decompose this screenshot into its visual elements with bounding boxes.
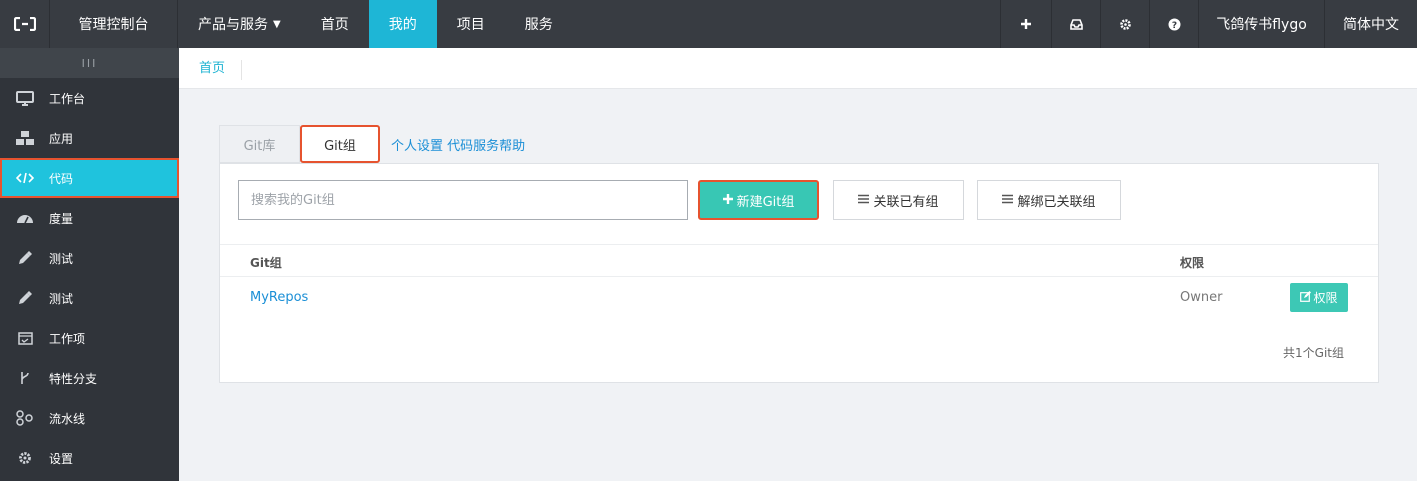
personal-settings-link[interactable]: 个人设置 xyxy=(391,139,443,154)
button-label: 解绑已关联组 xyxy=(1017,194,1096,210)
language-switch[interactable]: 简体中文 xyxy=(1324,0,1417,48)
gear-icon xyxy=(15,451,35,465)
eyedropper-icon xyxy=(15,250,35,266)
link-existing-group-button[interactable]: 关联已有组 xyxy=(833,180,964,220)
branch-icon xyxy=(15,370,35,386)
aliyun-logo-icon[interactable] xyxy=(0,0,50,48)
gear-icon[interactable] xyxy=(1100,0,1149,48)
git-group-name-link[interactable]: MyRepos xyxy=(250,290,308,305)
question-icon[interactable]: ? xyxy=(1149,0,1198,48)
tab-links: 个人设置 代码服务帮助 xyxy=(391,135,525,154)
sidebar-item-label: 流水线 xyxy=(49,411,86,426)
nav-products-services[interactable]: 产品与服务 ▼ xyxy=(178,0,301,48)
sidebar-item-label: 设置 xyxy=(49,451,74,466)
top-right-actions: ? 飞鸽传书flygo 简体中文 xyxy=(1000,0,1417,48)
sidebar-item-workitems[interactable]: 工作项 xyxy=(0,318,179,358)
sidebar-item-label: 代码 xyxy=(49,171,74,186)
sidebar-item-code[interactable]: 代码 xyxy=(0,158,179,198)
breadcrumb-home[interactable]: 首页 xyxy=(199,60,243,80)
user-menu[interactable]: 飞鸽传书flygo xyxy=(1198,0,1324,48)
sidebar-collapse-toggle[interactable]: III xyxy=(0,48,179,78)
edit-permission-button[interactable]: 权限 xyxy=(1290,283,1348,312)
code-icon xyxy=(15,172,35,184)
search-input[interactable] xyxy=(238,180,688,220)
main-nav: 产品与服务 ▼ 首页 我的 项目 服务 xyxy=(178,0,573,48)
button-label: 权限 xyxy=(1313,291,1338,305)
permission-value: Owner xyxy=(1180,290,1223,305)
git-group-panel: 新建Git组 关联已有组 解绑已关联组 Git组 权限 MyRepos Owne… xyxy=(219,163,1379,383)
sidebar-item-label: 度量 xyxy=(49,211,74,226)
sidebar-item-test-2[interactable]: 测试 xyxy=(0,278,179,318)
tab-git-groups[interactable]: Git组 xyxy=(300,125,380,163)
tab-bar: Git库 Git组 xyxy=(219,125,380,163)
top-nav-bar: 管理控制台 产品与服务 ▼ 首页 我的 项目 服务 ? 飞鸽传书flygo 简体… xyxy=(0,0,1417,48)
sidebar-item-pipeline[interactable]: 流水线 xyxy=(0,398,179,438)
sidebar-item-test-1[interactable]: 测试 xyxy=(0,238,179,278)
console-title[interactable]: 管理控制台 xyxy=(50,0,178,48)
eyedropper-icon xyxy=(15,290,35,306)
svg-text:?: ? xyxy=(1171,21,1176,31)
table-row: MyRepos Owner 权限 xyxy=(220,277,1378,319)
sidebar: III 工作台 应用 代码 度量 测试 测试 工作项 特性分支 流水线 设置 xyxy=(0,48,179,481)
sidebar-item-apps[interactable]: 应用 xyxy=(0,118,179,158)
code-service-help-link[interactable]: 代码服务帮助 xyxy=(447,139,525,154)
calendar-check-icon xyxy=(15,331,35,345)
sidebar-item-feature-branch[interactable]: 特性分支 xyxy=(0,358,179,398)
sidebar-item-label: 工作项 xyxy=(49,331,86,346)
button-label: 关联已有组 xyxy=(873,194,939,210)
sidebar-item-metrics[interactable]: 度量 xyxy=(0,198,179,238)
cubes-icon xyxy=(15,130,35,146)
sidebar-item-label: 工作台 xyxy=(49,91,86,106)
new-git-group-button[interactable]: 新建Git组 xyxy=(698,180,819,220)
inbox-icon[interactable] xyxy=(1051,0,1100,48)
nav-services[interactable]: 服务 xyxy=(505,0,573,48)
sidebar-item-label: 测试 xyxy=(49,291,74,306)
edit-icon xyxy=(1300,290,1312,305)
table-header: Git组 权限 xyxy=(220,244,1378,277)
plus-icon xyxy=(722,193,733,208)
plus-icon[interactable] xyxy=(1000,0,1051,48)
unbind-group-button[interactable]: 解绑已关联组 xyxy=(977,180,1121,220)
column-header-git-group: Git组 xyxy=(250,256,282,270)
button-label: 新建Git组 xyxy=(736,194,795,210)
monitor-icon xyxy=(15,90,35,106)
list-icon xyxy=(858,193,870,208)
sidebar-item-workbench[interactable]: 工作台 xyxy=(0,78,179,118)
sidebar-item-label: 应用 xyxy=(49,131,74,146)
sidebar-item-settings[interactable]: 设置 xyxy=(0,438,179,478)
nav-label: 产品与服务 xyxy=(198,17,268,33)
list-icon xyxy=(1002,193,1014,208)
total-count: 共1个Git组 xyxy=(1283,346,1344,360)
sidebar-item-label: 特性分支 xyxy=(49,371,98,386)
dashboard-icon xyxy=(15,211,35,225)
tab-git-repos[interactable]: Git库 xyxy=(219,125,300,163)
breadcrumb: 首页 xyxy=(179,48,1417,89)
sidebar-item-label: 测试 xyxy=(49,251,74,266)
caret-down-icon: ▼ xyxy=(273,18,281,30)
column-header-permission: 权限 xyxy=(1180,256,1205,270)
pipeline-icon xyxy=(15,410,35,426)
nav-mine[interactable]: 我的 xyxy=(368,0,437,48)
nav-projects[interactable]: 项目 xyxy=(437,0,505,48)
nav-home[interactable]: 首页 xyxy=(301,0,369,48)
